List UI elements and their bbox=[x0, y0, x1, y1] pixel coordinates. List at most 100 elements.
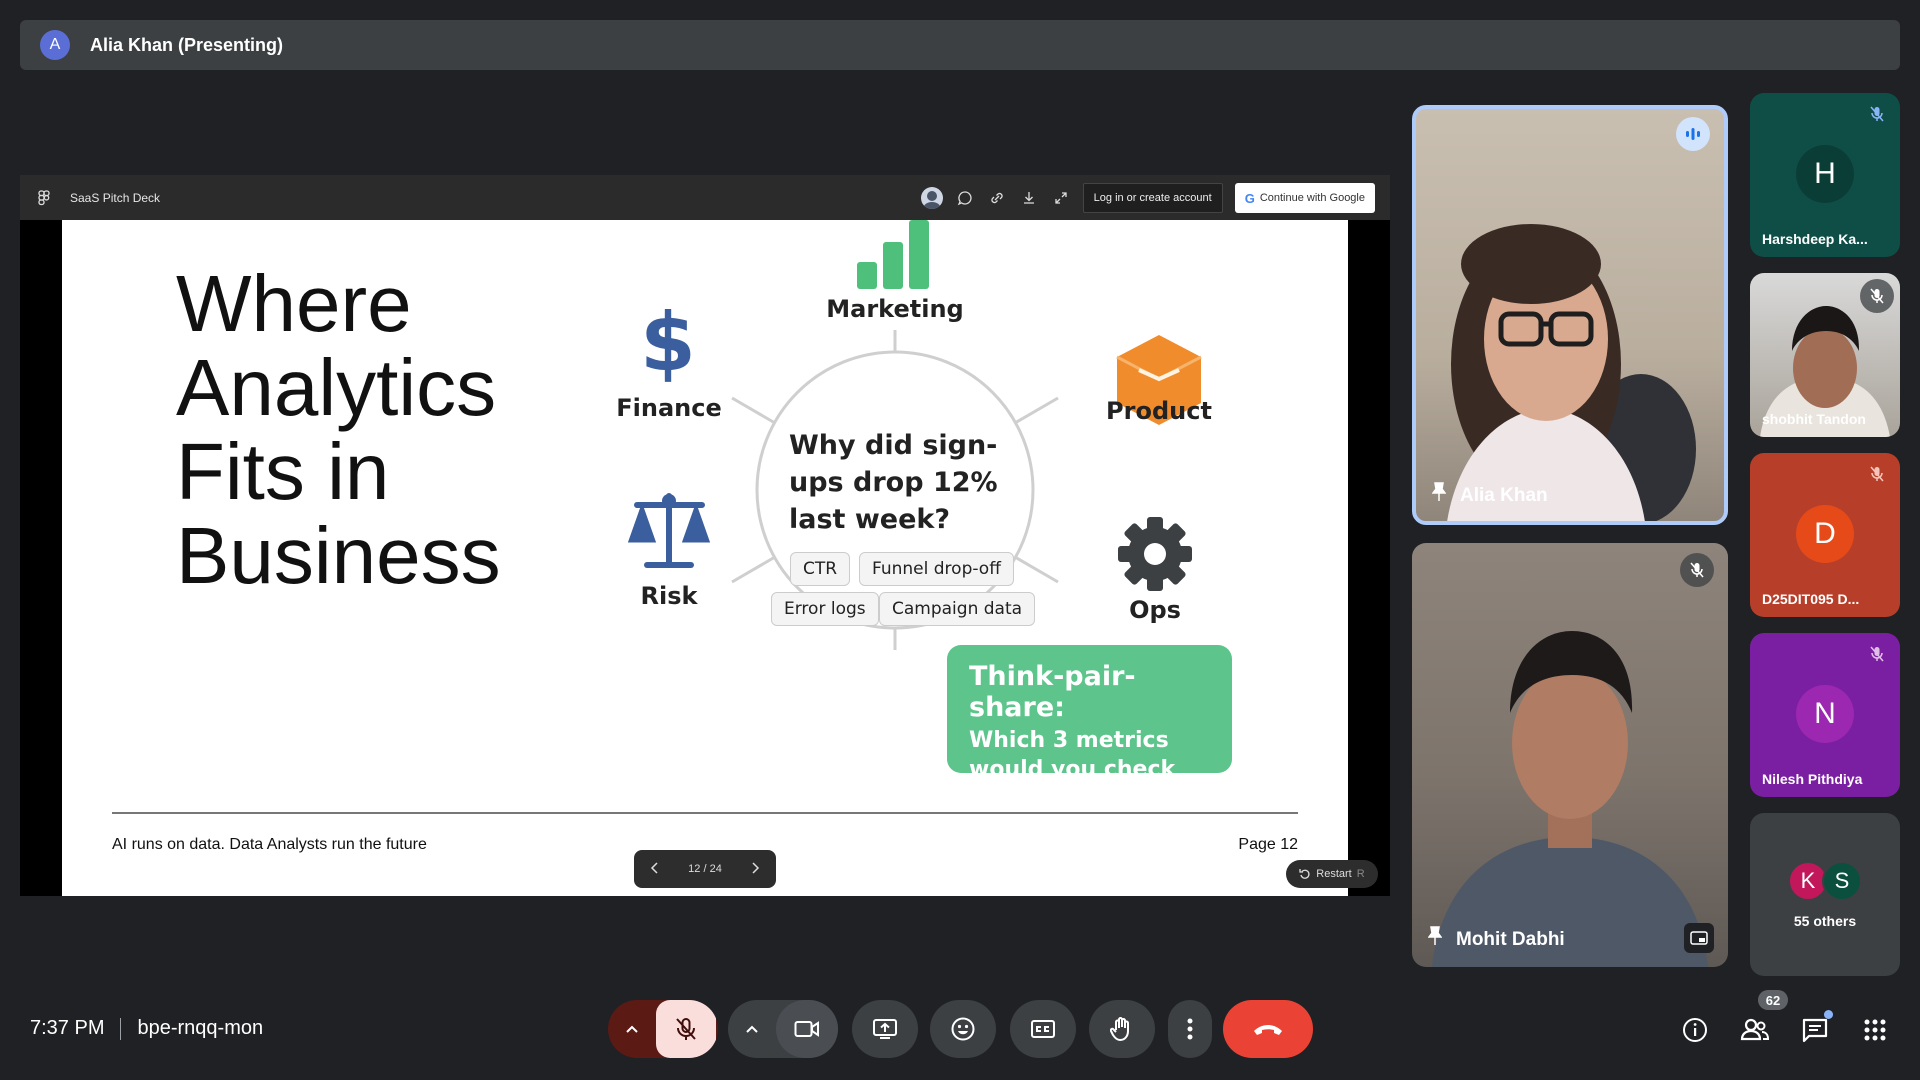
raise-hand-button[interactable] bbox=[1089, 1000, 1155, 1058]
page-number: Page 12 bbox=[1238, 836, 1298, 853]
user-avatar-icon[interactable] bbox=[920, 187, 943, 209]
dollar-icon: $ bbox=[640, 296, 696, 389]
people-count-badge: 62 bbox=[1758, 990, 1788, 1010]
reactions-button[interactable] bbox=[930, 1000, 996, 1058]
meeting-code: bpe-rnqq-mon bbox=[137, 1017, 264, 1039]
picture-in-picture-icon[interactable] bbox=[1684, 923, 1714, 953]
chat-button[interactable] bbox=[1795, 1010, 1835, 1050]
audio-options-chevron-icon[interactable] bbox=[608, 1000, 656, 1058]
activities-button[interactable] bbox=[1855, 1010, 1895, 1050]
presenter-avatar: A bbox=[40, 30, 70, 60]
gear-icon bbox=[1118, 517, 1192, 591]
callout-title: Think-pair-share: bbox=[969, 661, 1136, 723]
participant-tile-d25[interactable]: D D25DIT095 D... bbox=[1750, 453, 1900, 617]
metric-chip: CTR bbox=[790, 552, 851, 586]
bar-chart-icon bbox=[857, 220, 929, 289]
divider bbox=[120, 1017, 122, 1040]
metric-chip: Funnel drop-off bbox=[859, 552, 1014, 586]
think-pair-share-callout: Think-pair-share: Which 3 metrics would … bbox=[947, 645, 1232, 811]
metric-chip: Error logs bbox=[771, 592, 879, 626]
people-icon bbox=[1740, 1018, 1770, 1041]
participant-tile-nilesh[interactable]: N Nilesh Pithdiya bbox=[1750, 633, 1900, 797]
present-screen-icon bbox=[873, 1019, 897, 1039]
meeting-info: 7:37 PM bpe-rnqq-mon bbox=[30, 1017, 263, 1040]
footer-tagline: AI runs on data. Data Analysts run the f… bbox=[112, 836, 427, 853]
deck-title: SaaS Pitch Deck bbox=[70, 190, 161, 205]
video-options-chevron-icon[interactable] bbox=[728, 1000, 776, 1058]
present-screen-button[interactable] bbox=[852, 1000, 918, 1058]
avatar: N bbox=[1796, 685, 1854, 743]
shared-screen: SaaS Pitch Deck Log in or create account… bbox=[20, 175, 1390, 896]
mic-off-icon bbox=[1860, 637, 1894, 671]
download-icon[interactable] bbox=[1019, 188, 1039, 208]
participant-tile-harshdeep[interactable]: H Harshdeep Ka... bbox=[1750, 93, 1900, 257]
presenter-banner: A Alia Khan (Presenting) bbox=[20, 20, 1900, 70]
mic-off-icon bbox=[1860, 97, 1894, 131]
prev-slide-icon[interactable] bbox=[650, 861, 660, 877]
end-call-icon bbox=[1254, 1025, 1282, 1035]
more-options-button[interactable] bbox=[1168, 1000, 1212, 1058]
video-feed bbox=[1432, 631, 1708, 967]
participant-name: shobhit Tandon bbox=[1762, 411, 1866, 427]
others-tile[interactable]: K S 55 others bbox=[1750, 813, 1900, 976]
metric-chip: Campaign data bbox=[879, 592, 1036, 626]
node-ops: Ops bbox=[1129, 596, 1181, 624]
slide-pager: 12 / 24 bbox=[634, 850, 776, 888]
participant-name: Alia Khan bbox=[1460, 485, 1548, 506]
avatar: S bbox=[1822, 861, 1862, 901]
hand-icon bbox=[1110, 1017, 1129, 1041]
restart-icon bbox=[1299, 869, 1310, 879]
unread-dot-icon bbox=[1824, 1010, 1833, 1019]
apps-grid-icon bbox=[1864, 1019, 1886, 1041]
comment-icon[interactable] bbox=[955, 188, 975, 208]
figma-logo-icon bbox=[36, 189, 52, 206]
restart-label: Restart bbox=[1316, 868, 1352, 880]
avatar: D bbox=[1796, 505, 1854, 563]
continue-with-google-button[interactable]: G Continue with Google bbox=[1234, 183, 1375, 213]
more-vert-icon bbox=[1187, 1018, 1193, 1040]
fullscreen-icon[interactable] bbox=[1051, 188, 1071, 208]
others-count-label: 55 others bbox=[1793, 913, 1857, 929]
mic-off-icon bbox=[1680, 553, 1714, 587]
restart-button[interactable]: Restart R bbox=[1286, 860, 1378, 888]
avatar: H bbox=[1796, 145, 1854, 203]
closed-captions-icon bbox=[1031, 1020, 1055, 1038]
participant-name: Harshdeep Ka... bbox=[1762, 231, 1868, 247]
scales-icon bbox=[627, 493, 711, 568]
people-button[interactable] bbox=[1735, 1010, 1775, 1050]
presenter-label: Alia Khan (Presenting) bbox=[90, 34, 284, 55]
google-button-label: Continue with Google bbox=[1259, 192, 1365, 204]
participant-tile-mohit[interactable]: Mohit Dabhi bbox=[1412, 543, 1728, 967]
mic-off-icon bbox=[1860, 457, 1894, 491]
node-marketing: Marketing bbox=[826, 295, 964, 323]
mic-toggle-button[interactable] bbox=[656, 1000, 716, 1058]
node-risk: Risk bbox=[640, 582, 698, 610]
google-logo-icon: G bbox=[1244, 190, 1255, 206]
leave-call-button[interactable] bbox=[1223, 1000, 1313, 1058]
viewer-toolbar: SaaS Pitch Deck Log in or create account… bbox=[20, 175, 1390, 220]
login-button[interactable]: Log in or create account bbox=[1082, 183, 1223, 213]
clock-time: 7:37 PM bbox=[30, 1017, 105, 1039]
next-slide-icon[interactable] bbox=[750, 861, 760, 877]
participant-name: Mohit Dabhi bbox=[1456, 929, 1565, 950]
node-finance: Finance bbox=[616, 394, 722, 422]
video-feed bbox=[1447, 224, 1696, 521]
callout-body: Which 3 metrics would you check first? bbox=[969, 728, 1176, 811]
participant-tile-shobhit[interactable]: shobhit Tandon bbox=[1750, 273, 1900, 437]
video-camera-icon bbox=[794, 1021, 819, 1037]
central-question: Why did sign-ups drop 12% last week? bbox=[789, 430, 998, 535]
node-product: Product bbox=[1106, 397, 1212, 425]
mic-off-icon bbox=[676, 1018, 696, 1040]
emoji-icon bbox=[951, 1017, 975, 1041]
participant-tile-alia[interactable]: Alia Khan bbox=[1412, 105, 1728, 525]
pin-icon[interactable] bbox=[1427, 926, 1443, 951]
pin-icon[interactable] bbox=[1431, 482, 1447, 507]
captions-button[interactable] bbox=[1010, 1000, 1076, 1058]
slide: Where Analytics Fits in Business $ Marke… bbox=[62, 220, 1348, 896]
camera-toggle-button[interactable] bbox=[776, 1000, 838, 1058]
participant-name: D25DIT095 D... bbox=[1762, 591, 1860, 607]
camera-control-group bbox=[728, 1000, 838, 1058]
meeting-details-button[interactable] bbox=[1675, 1010, 1715, 1050]
chat-icon bbox=[1802, 1018, 1828, 1043]
link-icon[interactable] bbox=[987, 188, 1007, 208]
